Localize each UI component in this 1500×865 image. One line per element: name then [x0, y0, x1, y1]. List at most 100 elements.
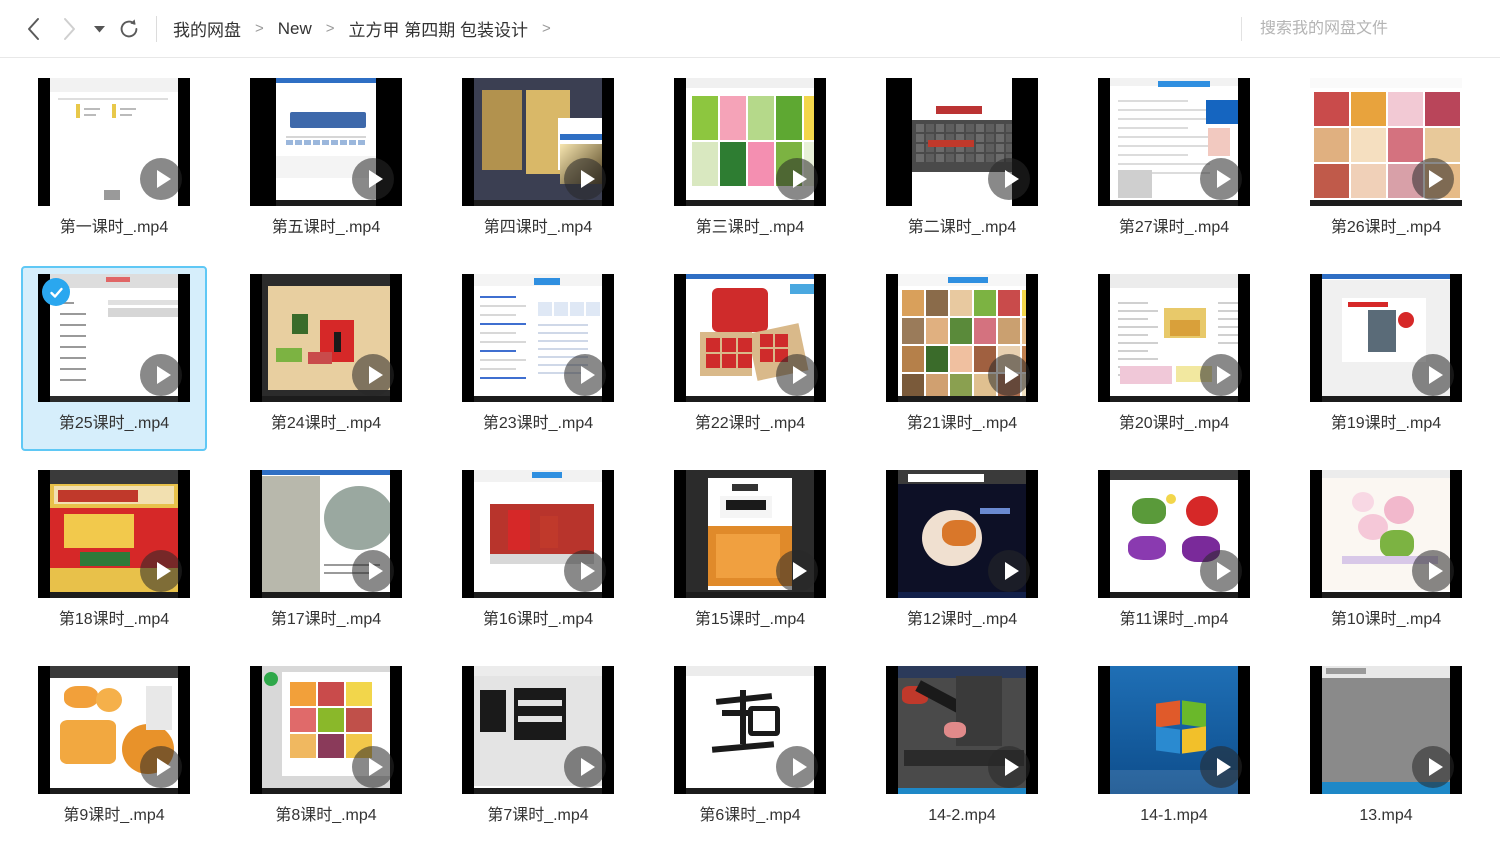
- file-thumbnail[interactable]: [1310, 666, 1462, 794]
- play-icon[interactable]: [988, 354, 1030, 396]
- play-icon[interactable]: [1412, 550, 1454, 592]
- play-icon[interactable]: [776, 354, 818, 396]
- file-card[interactable]: 第11课时_.mp4: [1081, 462, 1267, 647]
- breadcrumb-item-new[interactable]: New: [276, 18, 314, 40]
- chevron-down-icon[interactable]: [88, 12, 110, 46]
- play-icon[interactable]: [776, 158, 818, 200]
- file-card[interactable]: 14-1.mp4: [1081, 658, 1267, 843]
- play-icon[interactable]: [140, 550, 182, 592]
- play-icon[interactable]: [1412, 746, 1454, 788]
- play-icon[interactable]: [1200, 550, 1242, 592]
- file-thumbnail[interactable]: [38, 666, 190, 794]
- file-card[interactable]: 13.mp4: [1293, 658, 1479, 843]
- play-icon[interactable]: [352, 158, 394, 200]
- play-icon[interactable]: [1200, 354, 1242, 396]
- file-card[interactable]: 第26课时_.mp4: [1293, 70, 1479, 255]
- play-icon[interactable]: [352, 746, 394, 788]
- file-name-label: 第三课时_.mp4: [695, 219, 805, 236]
- file-name-label: 第26课时_.mp4: [1330, 219, 1442, 236]
- file-thumbnail[interactable]: [250, 470, 402, 598]
- file-thumbnail[interactable]: [462, 666, 614, 794]
- file-card[interactable]: 第10课时_.mp4: [1293, 462, 1479, 647]
- play-icon[interactable]: [988, 746, 1030, 788]
- file-card[interactable]: 第9课时_.mp4: [21, 658, 207, 843]
- file-card[interactable]: 14-2.mp4: [869, 658, 1055, 843]
- file-card[interactable]: 第21课时_.mp4: [869, 266, 1055, 451]
- file-card[interactable]: 第16课时_.mp4: [445, 462, 631, 647]
- play-icon[interactable]: [564, 354, 606, 396]
- file-name-label: 第18课时_.mp4: [58, 611, 170, 628]
- file-thumbnail[interactable]: [462, 78, 614, 206]
- file-card[interactable]: 第15课时_.mp4: [657, 462, 843, 647]
- play-icon[interactable]: [564, 550, 606, 592]
- file-card[interactable]: 第7课时_.mp4: [445, 658, 631, 843]
- file-card[interactable]: 第四课时_.mp4: [445, 70, 631, 255]
- play-icon[interactable]: [1412, 158, 1454, 200]
- file-card[interactable]: 第18课时_.mp4: [21, 462, 207, 647]
- play-icon[interactable]: [1412, 354, 1454, 396]
- play-icon[interactable]: [988, 550, 1030, 592]
- play-icon[interactable]: [1200, 746, 1242, 788]
- play-icon[interactable]: [564, 746, 606, 788]
- file-card[interactable]: 第12课时_.mp4: [869, 462, 1055, 647]
- file-thumbnail[interactable]: [1098, 274, 1250, 402]
- file-thumbnail[interactable]: [1310, 470, 1462, 598]
- file-card[interactable]: 第23课时_.mp4: [445, 266, 631, 451]
- play-icon[interactable]: [140, 746, 182, 788]
- file-card[interactable]: 第25课时_.mp4: [21, 266, 207, 451]
- file-name-label: 第16课时_.mp4: [482, 611, 594, 628]
- file-thumbnail[interactable]: [674, 470, 826, 598]
- file-card[interactable]: 第17课时_.mp4: [233, 462, 419, 647]
- play-icon[interactable]: [140, 354, 182, 396]
- file-card[interactable]: 第三课时_.mp4: [657, 70, 843, 255]
- file-thumbnail[interactable]: [886, 274, 1038, 402]
- file-thumbnail[interactable]: [674, 666, 826, 794]
- file-card[interactable]: 第二课时_.mp4: [869, 70, 1055, 255]
- file-thumbnail[interactable]: [1098, 78, 1250, 206]
- play-icon[interactable]: [1200, 158, 1242, 200]
- play-icon[interactable]: [776, 550, 818, 592]
- search-input[interactable]: [1260, 19, 1440, 38]
- back-button[interactable]: [16, 12, 50, 46]
- file-card[interactable]: 第22课时_.mp4: [657, 266, 843, 451]
- file-card[interactable]: 第20课时_.mp4: [1081, 266, 1267, 451]
- file-name-label: 第24课时_.mp4: [270, 415, 382, 432]
- play-icon[interactable]: [988, 158, 1030, 200]
- selected-check-icon[interactable]: [42, 278, 70, 306]
- file-thumbnail[interactable]: [250, 666, 402, 794]
- breadcrumb-item-root[interactable]: 我的网盘: [171, 15, 243, 42]
- file-thumbnail[interactable]: [250, 274, 402, 402]
- file-thumbnail[interactable]: [886, 666, 1038, 794]
- file-thumbnail[interactable]: [1098, 470, 1250, 598]
- breadcrumb-item-current[interactable]: 立方甲 第四期 包装设计: [347, 15, 530, 42]
- search-divider: [1241, 16, 1242, 41]
- forward-button[interactable]: [52, 12, 86, 46]
- play-icon[interactable]: [564, 158, 606, 200]
- file-thumbnail[interactable]: [462, 470, 614, 598]
- play-icon[interactable]: [352, 550, 394, 592]
- refresh-button[interactable]: [112, 12, 146, 46]
- file-thumbnail[interactable]: [886, 470, 1038, 598]
- file-card[interactable]: 第五课时_.mp4: [233, 70, 419, 255]
- play-icon[interactable]: [776, 746, 818, 788]
- file-card[interactable]: 第24课时_.mp4: [233, 266, 419, 451]
- file-thumbnail[interactable]: [674, 78, 826, 206]
- play-icon[interactable]: [140, 158, 182, 200]
- file-name-label: 第8课时_.mp4: [275, 807, 377, 824]
- file-card[interactable]: 第6课时_.mp4: [657, 658, 843, 843]
- play-icon[interactable]: [352, 354, 394, 396]
- file-card[interactable]: 第19课时_.mp4: [1293, 266, 1479, 451]
- file-thumbnail[interactable]: [38, 78, 190, 206]
- file-card[interactable]: 第8课时_.mp4: [233, 658, 419, 843]
- file-thumbnail[interactable]: [38, 470, 190, 598]
- file-thumbnail[interactable]: [462, 274, 614, 402]
- file-thumbnail[interactable]: [674, 274, 826, 402]
- file-card[interactable]: 第27课时_.mp4: [1081, 70, 1267, 255]
- file-card[interactable]: 第一课时_.mp4: [21, 70, 207, 255]
- file-thumbnail[interactable]: [1098, 666, 1250, 794]
- file-thumbnail[interactable]: [38, 274, 190, 402]
- file-thumbnail[interactable]: [1310, 78, 1462, 206]
- file-thumbnail[interactable]: [250, 78, 402, 206]
- file-thumbnail[interactable]: [1310, 274, 1462, 402]
- file-thumbnail[interactable]: [886, 78, 1038, 206]
